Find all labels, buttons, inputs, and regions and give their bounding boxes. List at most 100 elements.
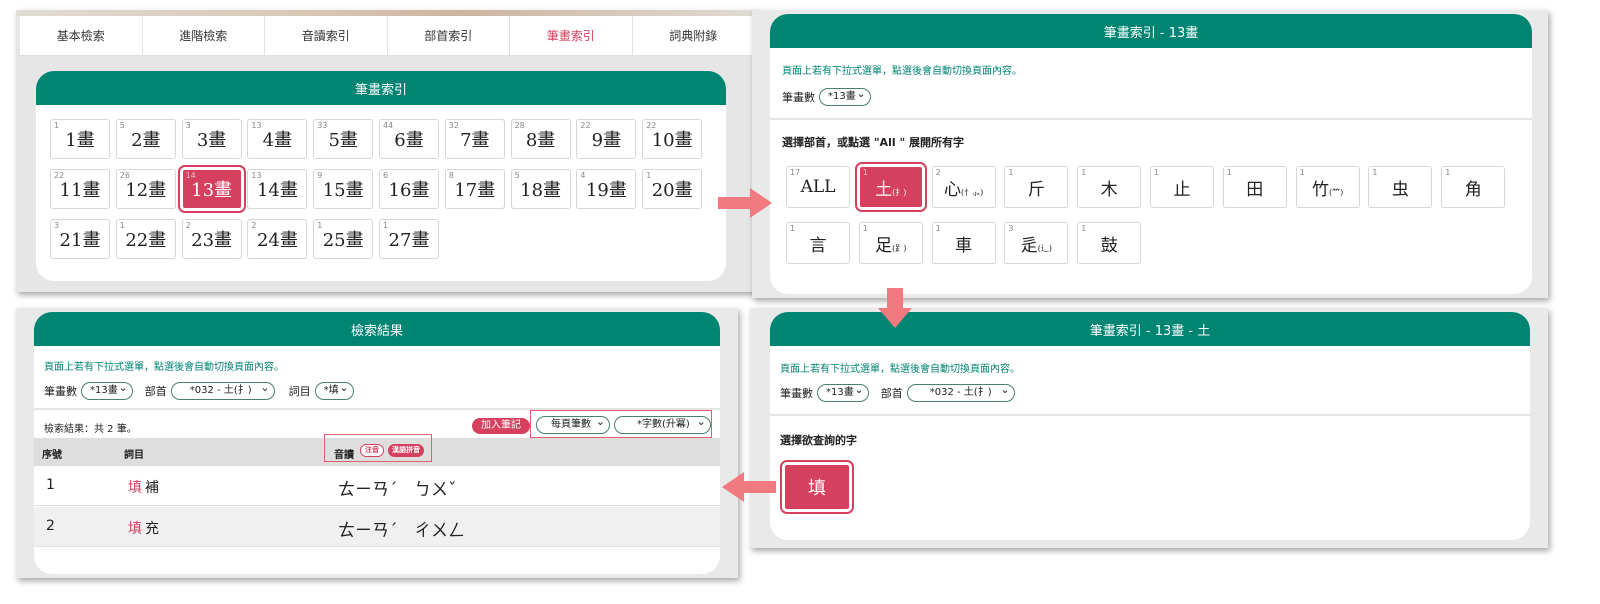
tab-stroke-index[interactable]: 筆畫索引 <box>510 16 633 55</box>
results-card: 檢索結果 頁面上若有下拉式選單，點選後會自動切換頁面內容。 筆畫數 *13畫 部… <box>34 312 720 574</box>
stroke-count-cell[interactable]: 1 1畫 <box>50 119 110 159</box>
row-zhuyin-2: ㄔㄨㄥ <box>414 521 465 541</box>
radical-variant: (扌) <box>892 187 907 197</box>
tab-pronunciation-index[interactable]: 音讀索引 <box>265 16 388 55</box>
stroke-count-cell[interactable]: 4 19畫 <box>576 169 637 209</box>
stroke-select[interactable]: *13畫 <box>819 86 871 106</box>
stroke-count-cell[interactable]: 1 25畫 <box>313 219 374 259</box>
stroke-select[interactable]: *13畫 <box>81 380 133 400</box>
radical-cell[interactable]: 1言 <box>786 222 850 264</box>
stroke-count-cell[interactable]: 6 16畫 <box>379 169 439 209</box>
divider <box>770 118 1532 120</box>
stroke-count-cell[interactable]: 3 3畫 <box>181 119 242 159</box>
stroke-count-cell[interactable]: 1 22畫 <box>115 219 176 259</box>
char-select-card: 筆畫索引 - 13畫 - 土 頁面上若有下拉式選單，點選後會自動切換頁面內容。 … <box>770 312 1530 540</box>
cell-count: 3 <box>185 121 191 130</box>
stroke-count-cell[interactable]: 14 13畫 <box>177 165 246 213</box>
stroke-count-cell[interactable]: 8 17畫 <box>444 169 505 209</box>
cell-count: 2 <box>251 221 257 230</box>
search-results-panel: 檢索結果 頁面上若有下拉式選單，點選後會自動切換頁面內容。 筆畫數 *13畫 部… <box>16 308 738 578</box>
radical-char: 田 <box>1246 179 1264 200</box>
cell-count: 22 <box>646 121 657 130</box>
radical-cell[interactable]: 1田 <box>1222 166 1287 208</box>
radical-count: 1 <box>1226 168 1232 177</box>
radical-char: 土 <box>875 179 893 200</box>
stroke-select[interactable]: *13畫 <box>817 382 869 402</box>
add-note-button[interactable]: 加入筆記 <box>472 418 530 434</box>
radical-char: ALL <box>800 177 836 197</box>
row-entry-tail[interactable]: 充 <box>145 518 159 538</box>
per-page-select[interactable]: 每頁筆數 <box>536 414 610 434</box>
radical-cell[interactable]: 1 足 (⻊) <box>858 222 923 264</box>
cell-count: 32 <box>448 121 459 130</box>
cell-count: 3 <box>54 221 60 230</box>
radical-cell[interactable]: 1止 <box>1150 166 1214 208</box>
stroke-count-cell[interactable]: 32 7畫 <box>444 119 505 159</box>
stroke-count-cell[interactable]: 28 8畫 <box>510 119 571 159</box>
row-number: 1 <box>46 477 55 493</box>
stroke-count-cell[interactable]: 44 6畫 <box>379 119 439 159</box>
cell-count: 28 <box>514 121 525 130</box>
stroke-label: 筆畫數 <box>44 385 77 398</box>
stroke-count-cell[interactable]: 1 20畫 <box>642 169 703 209</box>
stroke-count-cell[interactable]: 26 12畫 <box>115 169 176 209</box>
tab-radical-index[interactable]: 部首索引 <box>388 16 510 55</box>
row-entry-head[interactable]: 填 <box>128 518 142 538</box>
tab-dictionary-appendix[interactable]: 詞典附錄 <box>633 16 755 55</box>
radical-select[interactable]: *032 - 土(扌) <box>170 380 275 400</box>
radical-count: 3 <box>1008 224 1014 233</box>
stroke-count-cell[interactable]: 13 4畫 <box>247 119 308 159</box>
cell-label: 10畫 <box>651 130 693 151</box>
cell-count: 4 <box>580 171 586 180</box>
arrow-down-icon <box>878 288 912 328</box>
radical-cell[interactable]: 1虫 <box>1368 166 1433 208</box>
radical-cell[interactable]: 1木 <box>1077 166 1142 208</box>
cell-count: 2 <box>185 221 191 230</box>
stroke-count-cell[interactable]: 22 10畫 <box>642 119 703 159</box>
dropdown-hint: 頁面上若有下拉式選單，點選後會自動切換頁面內容。 <box>780 364 1020 375</box>
radical-cell[interactable]: 1 竹 (⺮) <box>1295 166 1360 208</box>
row-zhuyin-1: ㄊㄧㄢˊ <box>338 480 398 500</box>
stroke-count-cell[interactable]: 22 9畫 <box>576 119 637 159</box>
result-count: 檢索結果：共 2 筆。 <box>44 424 137 435</box>
stroke-count-cell[interactable]: 1 27畫 <box>379 219 439 259</box>
row-entry-tail[interactable]: 補 <box>145 477 159 497</box>
table-row: 2 填 充 ㄊㄧㄢˊ ㄔㄨㄥ <box>34 507 720 547</box>
cell-count: 1 <box>54 121 60 130</box>
cell-count: 1 <box>646 171 652 180</box>
stroke-count-cell[interactable]: 22 11畫 <box>50 169 110 209</box>
radical-char: 辵 <box>1020 235 1038 256</box>
divider <box>770 414 1530 416</box>
radical-select[interactable]: *032 - 土(扌) <box>906 382 1015 402</box>
radical-cell[interactable]: 1 土 (扌) <box>854 162 927 212</box>
stroke-count-cell[interactable]: 33 5畫 <box>313 119 374 159</box>
sort-select[interactable]: *字數(升冪) <box>614 414 711 434</box>
stroke-count-cell[interactable]: 9 15畫 <box>313 169 374 209</box>
dropdown-hint: 頁面上若有下拉式選單，點選後會自動切換頁面內容。 <box>44 362 284 373</box>
stroke-count-cell[interactable]: 3 21畫 <box>50 219 110 259</box>
radical-cell[interactable]: 1角 <box>1441 166 1506 208</box>
stroke-count-cell[interactable]: 5 2畫 <box>115 119 176 159</box>
radical-cell[interactable]: 17 ALL <box>786 166 850 208</box>
filter-row: 筆畫數 *13畫 部首 *032 - 土(扌) <box>780 382 1015 402</box>
row-entry-head[interactable]: 填 <box>128 477 142 497</box>
row-zhuyin-1: ㄊㄧㄢˊ <box>338 521 398 541</box>
card-title: 檢索結果 <box>34 312 720 346</box>
radical-cell[interactable]: 1車 <box>931 222 996 264</box>
stroke-count-cell[interactable]: 2 23畫 <box>181 219 242 259</box>
stroke-count-cell[interactable]: 5 18畫 <box>510 169 571 209</box>
cell-label: 18畫 <box>520 180 562 201</box>
radical-cell[interactable]: 1鼓 <box>1077 222 1142 264</box>
cell-count: 8 <box>448 171 454 180</box>
tab-advanced-search[interactable]: 進階檢索 <box>143 16 265 55</box>
char-button[interactable]: 填 <box>780 460 854 514</box>
entry-select[interactable]: *填 <box>314 380 354 400</box>
radical-cell[interactable]: 3 辵 (⻌) <box>1004 222 1069 264</box>
radical-cell[interactable]: 1斤 <box>1004 166 1069 208</box>
radical-cell[interactable]: 2 心 (忄⺗) <box>931 166 996 208</box>
stroke-count-cell[interactable]: 2 24畫 <box>247 219 308 259</box>
radical-variant: (⻌) <box>1037 243 1053 253</box>
stroke-count-cell[interactable]: 13 14畫 <box>247 169 308 209</box>
tab-basic-search[interactable]: 基本檢索 <box>20 16 143 55</box>
cell-label: 14畫 <box>256 180 298 201</box>
